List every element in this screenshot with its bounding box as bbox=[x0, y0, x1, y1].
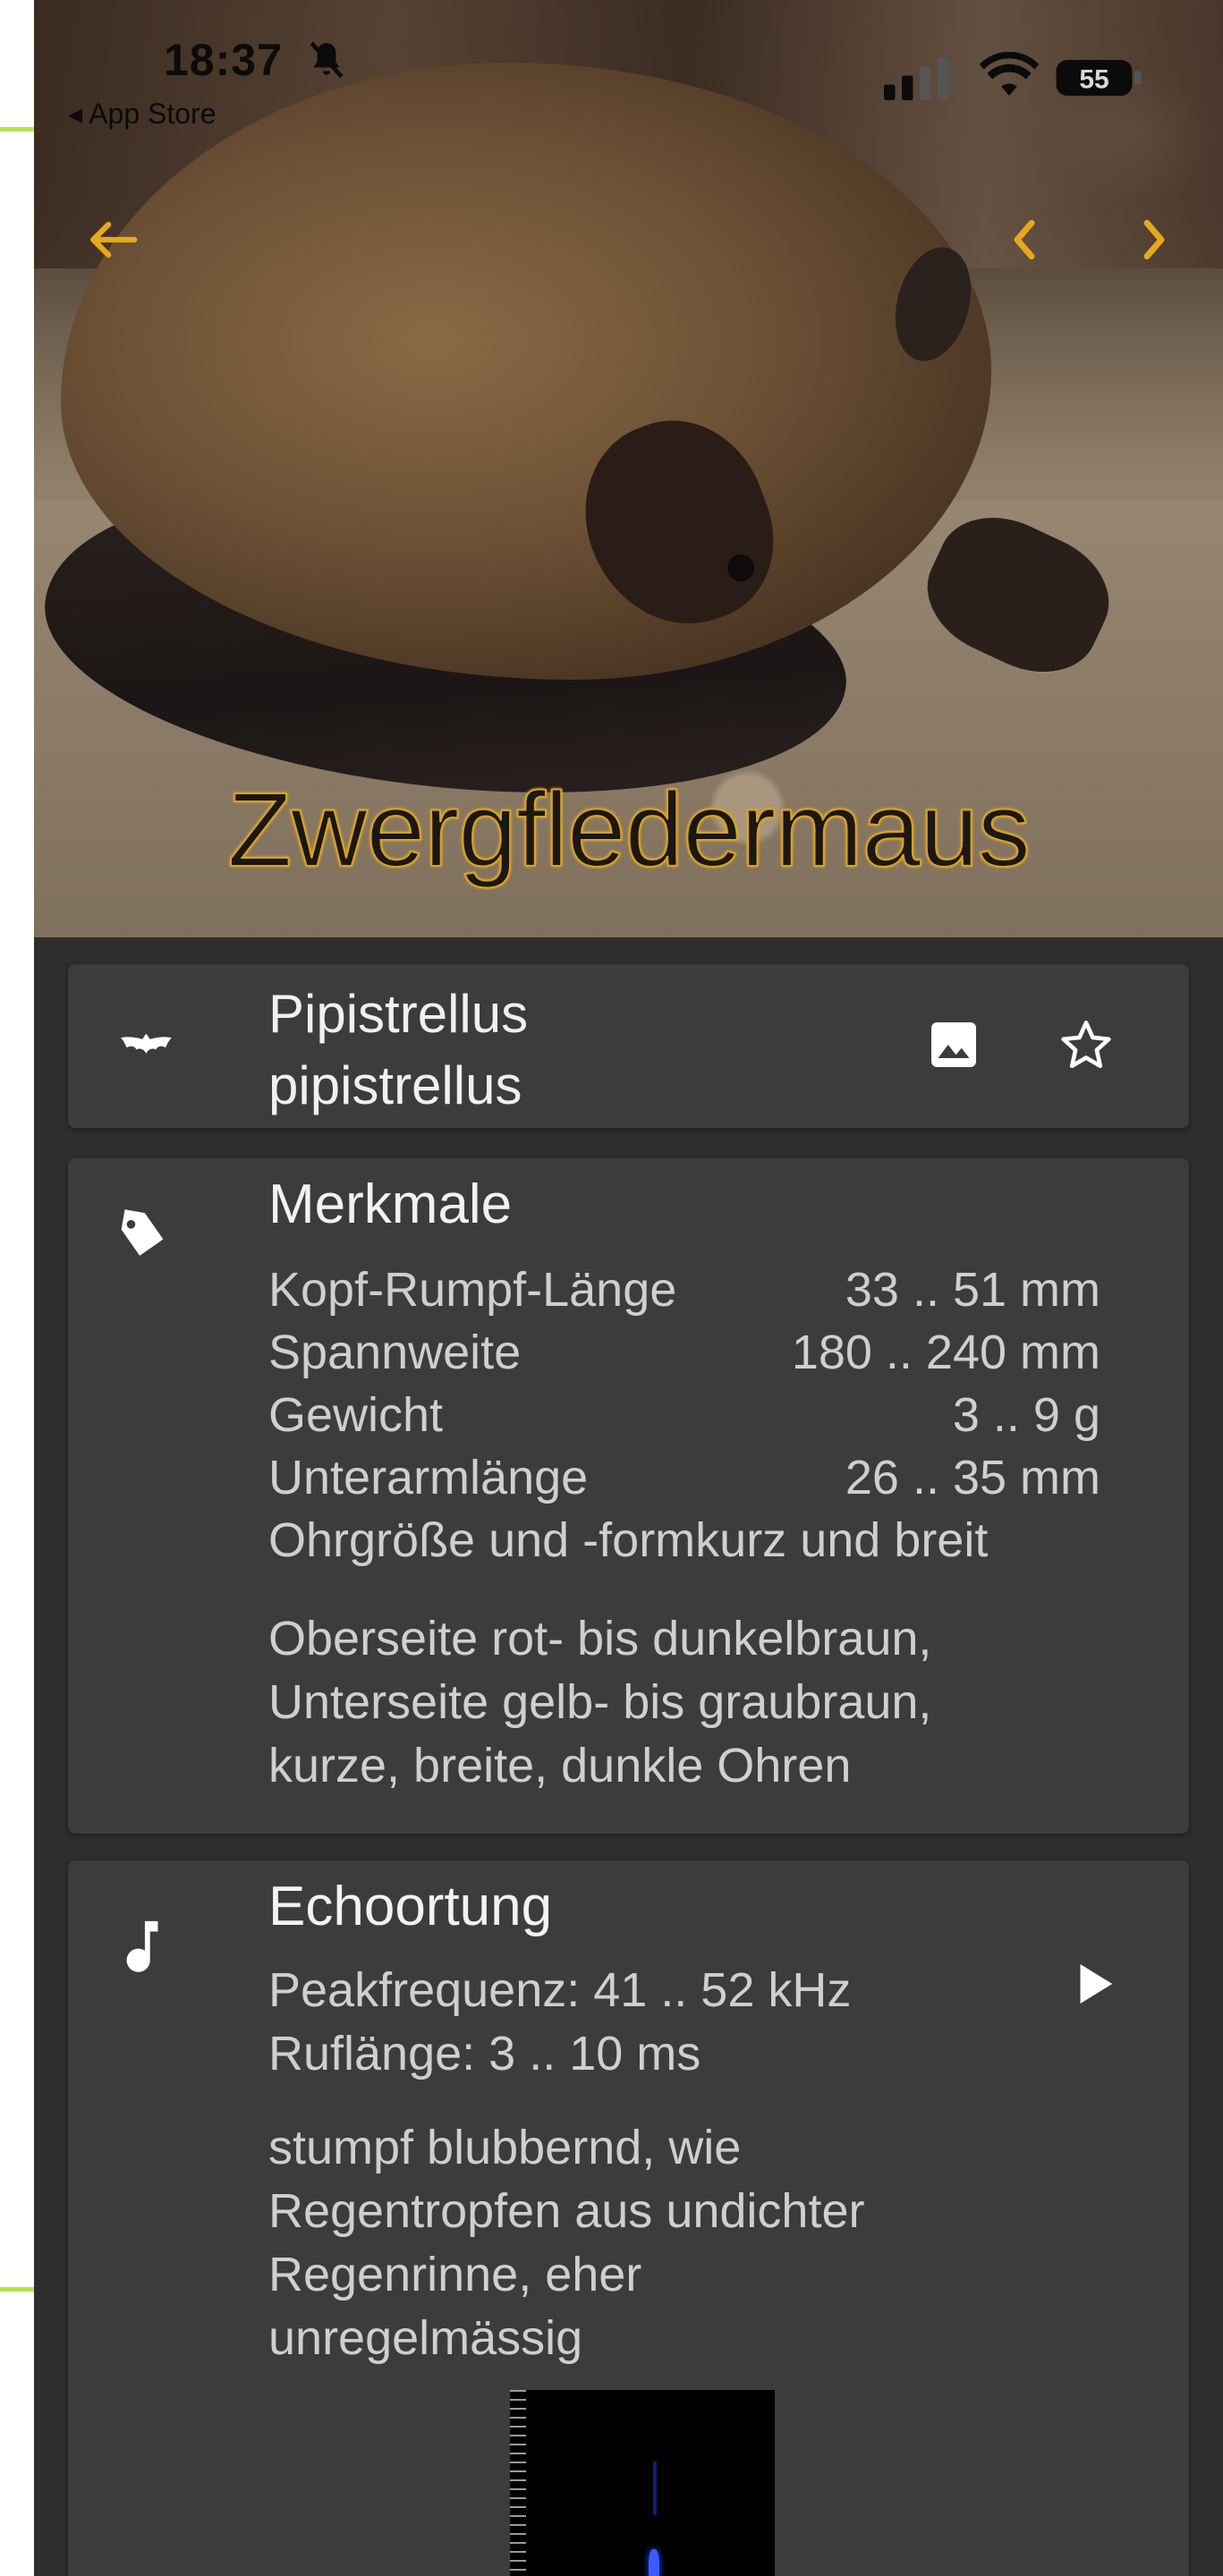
spectrogram-scale bbox=[510, 2390, 526, 2576]
features-description-line: Oberseite rot- bis dunkelbraun, bbox=[268, 1612, 932, 1665]
app-screen: 18:37 ◂ App Store 55 Zwergfledermaus Pip… bbox=[34, 0, 1223, 2576]
feature-row: Unterarmlänge 26 .. 35 mm bbox=[268, 1446, 1100, 1509]
features-card: Merkmale Kopf-Rumpf-Länge 33 .. 51 mm Sp… bbox=[68, 1158, 1189, 1834]
scientific-name-line2: pipistrellus bbox=[268, 1055, 522, 1115]
call-length: Ruflänge: 3 .. 10 ms bbox=[268, 2027, 701, 2080]
features-description-line: Unterseite gelb- bis graubraun, bbox=[268, 1675, 932, 1729]
echolocation-description-line: Regentropfen aus undichter bbox=[268, 2184, 865, 2238]
scientific-name-line1: Pipistrellus bbox=[268, 984, 529, 1044]
play-icon bbox=[1080, 1964, 1113, 2004]
battery-level: 55 bbox=[1079, 64, 1108, 94]
status-time: 18:37 bbox=[164, 35, 283, 85]
status-bar: 18:37 ◂ App Store 55 bbox=[34, 0, 1223, 130]
bell-muted-icon bbox=[310, 41, 344, 79]
features-description: Oberseite rot- bis dunkelbraun, Untersei… bbox=[268, 1607, 1127, 1798]
tag-icon bbox=[111, 1203, 174, 1266]
feature-label: Spannweite bbox=[268, 1326, 522, 1379]
spectrogram-image[interactable] bbox=[510, 2390, 775, 2576]
chevron-right-icon bbox=[1143, 219, 1165, 260]
echolocation-heading: Echoortung bbox=[268, 1876, 553, 1937]
echolocation-description-line: stumpf blubbernd, wie bbox=[268, 2121, 742, 2174]
feature-row: Kopf-Rumpf-Länge 33 .. 51 mm bbox=[268, 1258, 1100, 1321]
feature-value: kurz und breit bbox=[695, 1513, 989, 1567]
feature-value: 180 .. 240 mm bbox=[791, 1326, 1100, 1379]
edge-marker-bottom bbox=[0, 2287, 34, 2292]
features-description-line: kurze, breite, dunkle Ohren bbox=[268, 1739, 852, 1792]
scientific-name-card: Pipistrellus pipistrellus bbox=[68, 964, 1189, 1128]
echolocation-description-line: unregelmässig bbox=[268, 2311, 583, 2365]
edge-marker-top bbox=[0, 127, 34, 131]
chevron-left-icon bbox=[1014, 219, 1035, 260]
feature-row: Spannweite 180 .. 240 mm bbox=[268, 1321, 1100, 1384]
feature-row: Ohrgröße und -formkurz und breit bbox=[268, 1509, 1163, 1572]
feature-value: 3 .. 9 g bbox=[952, 1388, 1100, 1442]
wifi-icon bbox=[979, 52, 1040, 97]
feature-label: Unterarmlänge bbox=[268, 1451, 589, 1504]
battery-icon: 55 bbox=[1056, 60, 1142, 96]
bat-icon bbox=[111, 1014, 174, 1077]
peak-frequency: Peakfrequenz: 41 .. 52 kHz bbox=[268, 1963, 852, 2017]
gallery-button[interactable] bbox=[920, 1011, 988, 1079]
arrow-left-icon bbox=[90, 221, 138, 258]
feature-label: Ohrgröße und -form bbox=[268, 1513, 696, 1567]
signal-icon bbox=[884, 57, 949, 100]
feature-row: Gewicht 3 .. 9 g bbox=[268, 1384, 1100, 1446]
feature-value: 33 .. 51 mm bbox=[845, 1263, 1100, 1317]
previous-species-button[interactable] bbox=[989, 204, 1060, 275]
species-title: Zwergfledermaus bbox=[226, 770, 1032, 890]
star-outline-icon bbox=[1061, 1021, 1111, 1069]
feature-value: 26 .. 35 mm bbox=[845, 1451, 1100, 1504]
echolocation-description: stumpf blubbernd, wie Regentropfen aus u… bbox=[268, 2116, 1127, 2370]
feature-label: Kopf-Rumpf-Länge bbox=[268, 1263, 677, 1317]
next-species-button[interactable] bbox=[1118, 204, 1190, 275]
echolocation-card: Echoortung Peakfrequenz: 41 .. 52 kHz Ru… bbox=[68, 1860, 1189, 2576]
back-to-app-link[interactable]: ◂ App Store bbox=[68, 97, 217, 131]
music-note-icon bbox=[111, 1916, 174, 1979]
feature-label: Gewicht bbox=[268, 1388, 444, 1442]
back-button[interactable] bbox=[77, 204, 149, 275]
echolocation-description-line: Regenrinne, eher bbox=[268, 2248, 642, 2301]
play-call-button[interactable] bbox=[1061, 1950, 1129, 2018]
scientific-name: Pipistrellus pipistrellus bbox=[268, 979, 528, 1122]
favorite-button[interactable] bbox=[1052, 1011, 1120, 1079]
image-icon bbox=[931, 1022, 976, 1067]
features-heading: Merkmale bbox=[268, 1174, 513, 1235]
